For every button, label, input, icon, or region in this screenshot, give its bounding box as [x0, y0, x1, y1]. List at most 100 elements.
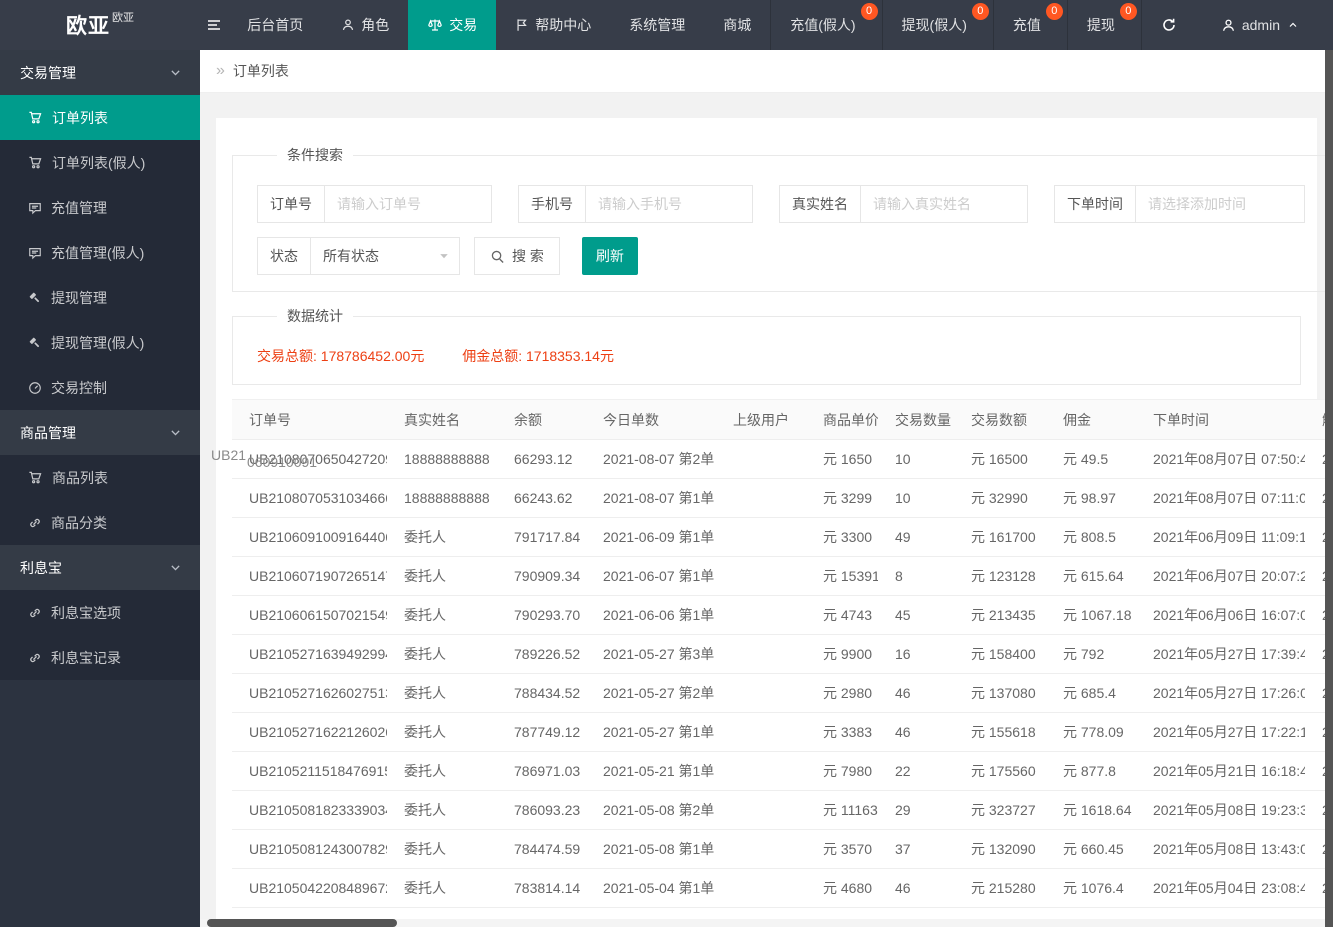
search-panel: 条件搜索 订单号 手机号 真实姓名 下单时间 状态 所 — [232, 145, 1333, 292]
order-no-label: 订单号 — [257, 185, 325, 223]
table-cell: 2021-08-07 第2单 — [603, 451, 715, 467]
refresh-icon — [1161, 17, 1177, 33]
sidebar-item-label: 商品列表 — [52, 469, 108, 486]
phone-input[interactable] — [585, 185, 753, 223]
table-cell: 10 — [895, 451, 911, 467]
nav-item-2[interactable]: 角色 — [322, 0, 408, 50]
real-name-input[interactable] — [860, 185, 1028, 223]
sidebar-item[interactable]: 订单列表 — [0, 95, 200, 140]
sidebar-collapse-button[interactable] — [200, 0, 228, 50]
refresh-button[interactable] — [1140, 0, 1202, 50]
nav-item-label: 交易 — [449, 17, 478, 33]
table-cell: 2 — [1305, 634, 1325, 674]
table-cell: 2021年05月08日 13:43:00 — [1136, 829, 1305, 869]
nav-item-7[interactable]: 充值(假人) 0 — [770, 0, 881, 50]
nav-item-label: 提现(假人) — [901, 17, 967, 33]
nav-item-1[interactable]: 后台首页 — [228, 0, 322, 50]
order-time-input[interactable] — [1135, 185, 1305, 223]
flag-icon — [515, 18, 529, 32]
table-cell: 元 4743 — [806, 595, 878, 635]
search-button[interactable]: 搜 索 — [474, 237, 560, 275]
horizontal-scrollbar-thumb[interactable] — [207, 919, 397, 927]
table-cell: 2021年06月07日 20:07:26 — [1136, 556, 1305, 596]
nav-item-8[interactable]: 提现(假人) 0 — [881, 0, 993, 50]
horizontal-scrollbar[interactable] — [200, 919, 1325, 927]
table-cell: 791717.84 — [497, 517, 586, 557]
sidebar-item[interactable]: 订单列表(假人) — [0, 140, 200, 185]
sidebar-item[interactable]: 利息宝选项 — [0, 590, 200, 635]
status-select[interactable]: 所有状态 — [310, 237, 460, 275]
nav-item-5[interactable]: 系统管理 — [610, 0, 704, 50]
refresh-list-button[interactable]: 刷新 — [581, 237, 638, 275]
order-no-group: 订单号 — [257, 185, 492, 223]
table-cell: UB2105042208489672 — [232, 868, 387, 908]
table-row: UB2105271626027513 委托人 788434.52 2021-05-27… — [232, 673, 1325, 713]
nav-item-3[interactable]: 交易 — [408, 0, 497, 50]
table-cell: 元 1076.4 — [1046, 868, 1136, 908]
column-header: 交易数量 — [878, 399, 954, 440]
sidebar-item[interactable]: 提现管理 — [0, 275, 200, 320]
table-cell: 2021-06-07 第1单 — [586, 556, 716, 596]
column-header: 解冻时间 — [1305, 399, 1325, 440]
nav-item-10[interactable]: 提现 0 — [1066, 0, 1141, 50]
gavel-icon — [28, 291, 42, 305]
table-cell: 元 9900 — [806, 634, 878, 674]
table-cell: 2021-05-08 第2单 — [586, 790, 716, 830]
search-panel-legend: 条件搜索 — [287, 147, 343, 163]
sidebar-item[interactable]: 商品列表 — [0, 455, 200, 500]
sidebar-item[interactable]: 利息宝记录 — [0, 635, 200, 680]
chevron-up-icon — [1287, 19, 1299, 31]
comment-icon — [28, 246, 42, 260]
total-commission: 佣金总额: 1718353.14元 — [462, 348, 614, 364]
table-cell — [716, 634, 806, 674]
sidebar: 交易管理 订单列表 订单列表(假人) 充值管理 充值管理(假人) 提现管理 提现管理(假人)… — [0, 50, 200, 927]
table-cell: 元 15391 — [806, 556, 878, 596]
table-cell: UB2105081823339034 — [232, 790, 387, 830]
table-cell: 元 685.4 — [1046, 673, 1136, 713]
cart-icon — [28, 110, 43, 125]
table-row: UB2105271639492994 委托人 789226.52 2021-05-27… — [232, 634, 1325, 674]
status-group: 状态 所有状态 — [257, 237, 460, 275]
sidebar-item[interactable]: 交易控制 — [0, 365, 200, 410]
sidebar-group-2[interactable]: 商品管理 — [0, 410, 200, 455]
sidebar-item-label: 利息宝选项 — [51, 604, 121, 621]
table-cell: 784474.59 — [497, 829, 586, 869]
phone-label: 手机号 — [518, 185, 586, 223]
table-cell: 2021-08-07 第1单 — [586, 478, 716, 518]
table-cell — [716, 517, 806, 557]
orders-table: 订单号真实姓名余额今日单数上级用户商品单价交易数量交易数额佣金下单时间解冻时间 … — [232, 399, 1325, 927]
sidebar-item[interactable]: 提现管理(假人) — [0, 320, 200, 365]
sidebar-item[interactable]: 商品分类 — [0, 500, 200, 545]
table-cell: 元 11163 — [806, 790, 878, 830]
table-cell: 元 3299 — [806, 478, 878, 518]
nav-item-4[interactable]: 帮助中心 — [496, 0, 610, 50]
table-cell: 10 — [878, 478, 954, 518]
table-cell: 委托人 — [387, 595, 497, 635]
nav-item-label: 系统管理 — [629, 17, 686, 33]
person-icon — [341, 18, 355, 32]
vertical-scrollbar[interactable] — [1325, 50, 1333, 927]
table-cell: UB2106071907265147 — [232, 556, 387, 596]
table-cell — [716, 829, 806, 869]
sidebar-item[interactable]: 充值管理 — [0, 185, 200, 230]
table-cell: 委托人 — [387, 673, 497, 713]
table-cell: 2021-05-27 第2单 — [586, 673, 716, 713]
sidebar-group-3[interactable]: 利息宝 — [0, 545, 200, 590]
admin-menu[interactable]: admin — [1202, 0, 1333, 50]
table-cell: 46 — [878, 712, 954, 752]
nav-item-6[interactable]: 商城 — [704, 0, 770, 50]
sidebar-group-items: 商品列表商品分类 — [0, 455, 200, 545]
table-cell: 2 — [1305, 751, 1325, 791]
table-cell: 委托人 — [387, 556, 497, 596]
chevron-down-icon — [169, 426, 182, 439]
table-cell: 8 — [878, 556, 954, 596]
nav-item-9[interactable]: 充值 0 — [992, 0, 1067, 50]
table-cell: 49 — [878, 517, 954, 557]
order-no-input[interactable] — [324, 185, 492, 223]
table-cell: 元 323727 — [954, 790, 1046, 830]
sidebar-group-items: 利息宝选项利息宝记录 — [0, 590, 200, 680]
sidebar-item[interactable]: 充值管理(假人) — [0, 230, 200, 275]
sidebar-group-1[interactable]: 交易管理 — [0, 50, 200, 95]
cart-icon — [28, 470, 43, 485]
column-header: 今日单数 — [586, 399, 716, 440]
